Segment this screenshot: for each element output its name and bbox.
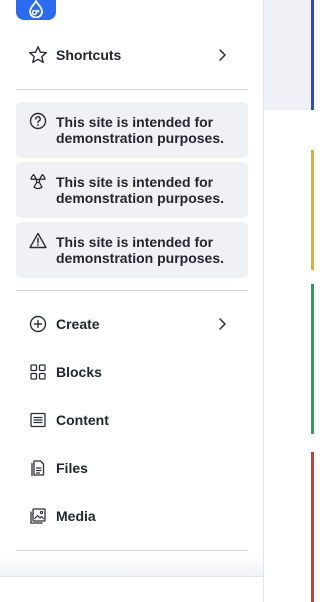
background-accent-green [311, 284, 314, 434]
divider [16, 290, 248, 291]
blocks-label: Blocks [56, 364, 102, 380]
drawer-border [263, 0, 264, 602]
create-menu-item[interactable]: Create [16, 302, 248, 346]
blocks-grid-icon [28, 362, 48, 382]
content-label: Content [56, 412, 109, 428]
background-accent-red [311, 452, 314, 602]
shortcuts-menu-item[interactable]: Shortcuts [16, 33, 248, 77]
blocks-menu-item[interactable]: Blocks [16, 350, 248, 394]
create-label: Create [56, 316, 100, 332]
divider [16, 89, 248, 90]
background-accent-blue [311, 0, 314, 110]
demo-message-radiation: This site is intended for demonstration … [16, 162, 248, 218]
demo-message-text: This site is intended for demonstration … [56, 234, 225, 266]
background-accent-yellow [311, 150, 314, 270]
help-circle-icon [28, 111, 48, 131]
files-icon [28, 458, 48, 478]
shortcuts-label: Shortcuts [56, 47, 122, 63]
star-icon [28, 45, 48, 65]
divider [16, 550, 248, 551]
media-image-icon [28, 506, 48, 526]
radiation-icon [28, 171, 48, 191]
media-label: Media [56, 508, 96, 524]
divider [0, 576, 264, 577]
drupal-drop-icon [29, 0, 43, 18]
drawer-footer-shadow [0, 556, 264, 576]
files-label: Files [56, 460, 88, 476]
content-menu-item[interactable]: Content [16, 398, 248, 442]
demo-message-help: This site is intended for demonstration … [16, 102, 248, 158]
drupal-logo[interactable] [16, 0, 56, 20]
demo-message-text: This site is intended for demonstration … [56, 114, 225, 146]
warning-icon [28, 231, 48, 251]
background-header [264, 0, 314, 110]
content-list-icon [28, 410, 48, 430]
demo-message-warning: This site is intended for demonstration … [16, 222, 248, 278]
plus-circle-icon [28, 314, 48, 334]
files-menu-item[interactable]: Files [16, 446, 248, 490]
chevron-right-icon [212, 45, 232, 65]
admin-navigation-drawer: Shortcuts This site is intended for demo… [0, 0, 264, 602]
demo-message-text: This site is intended for demonstration … [56, 174, 225, 206]
media-menu-item[interactable]: Media [16, 494, 248, 538]
chevron-right-icon [212, 314, 232, 334]
